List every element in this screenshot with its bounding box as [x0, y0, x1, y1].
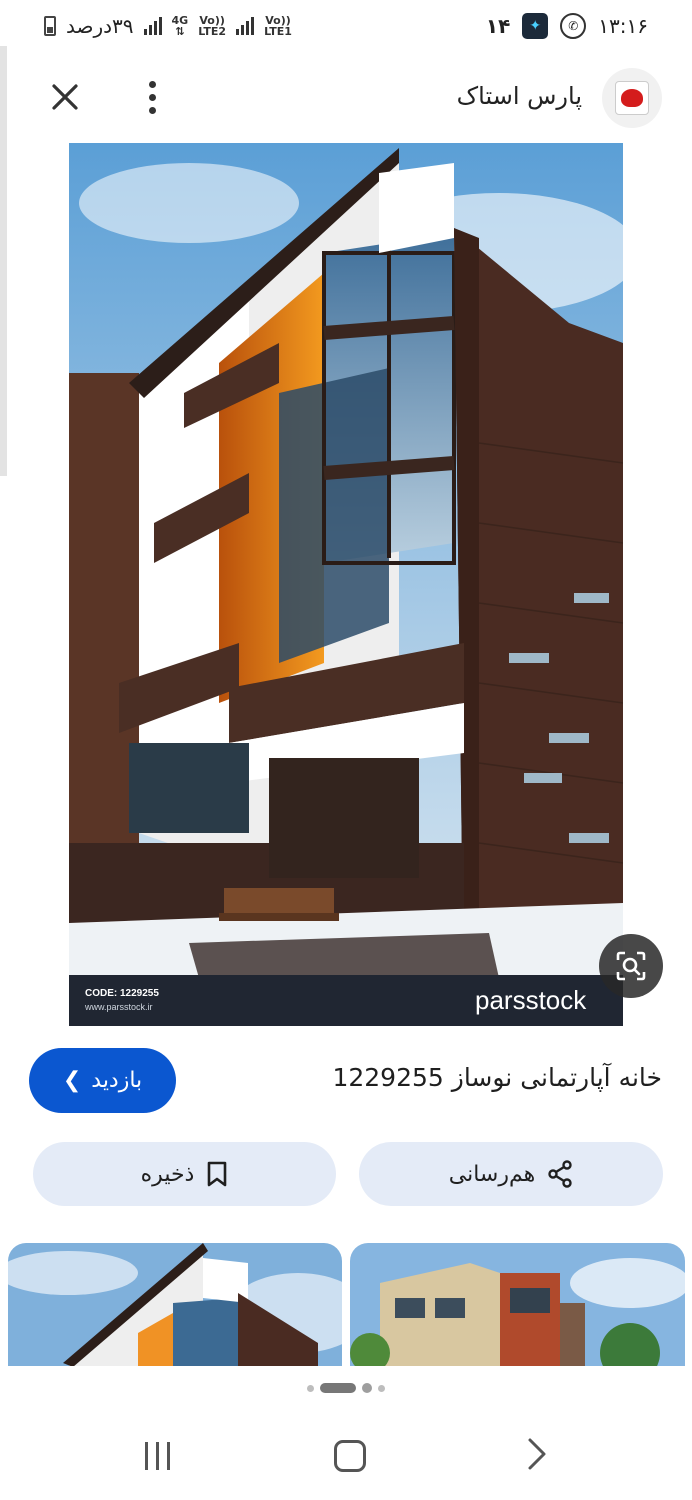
carousel-dot-active [320, 1383, 356, 1393]
main-image[interactable]: CODE: 1229255 www.parsstock.ir parsstock [69, 143, 623, 1026]
related-image-1[interactable] [8, 1243, 342, 1367]
lens-icon [616, 951, 646, 981]
save-button[interactable]: ذخیره [33, 1142, 336, 1206]
visit-label: بازدید [91, 1068, 143, 1093]
source-site-logo[interactable] [602, 68, 662, 128]
chevron-right-icon [528, 1438, 546, 1470]
close-button[interactable] [42, 74, 88, 120]
carousel-dot-1 [307, 1384, 314, 1392]
source-site-name[interactable]: پارس استاک [457, 82, 582, 110]
carousel-dot-3 [362, 1383, 372, 1393]
result-title[interactable]: خانه آپارتمانی نوساز 1229255 [332, 1063, 662, 1092]
status-right: ۱۴ ✦ ✆ ۱۳:۱۶ [486, 13, 648, 39]
whatsapp-icon: ✆ [560, 13, 587, 39]
viewer-header: پارس استاک [0, 60, 692, 134]
status-bar: ۳۹درصد 4G ⇅ Vo)) LTE2 Vo)) LTE1 ۱۴ ✦ ✆ ۱۳:۱… [0, 0, 692, 52]
close-icon [52, 84, 78, 110]
parsstock-logo-icon [615, 81, 649, 115]
system-navigation-bar [0, 1422, 692, 1492]
more-vert-icon [148, 80, 156, 88]
building-photo: CODE: 1229255 www.parsstock.ir parsstock [69, 143, 623, 1026]
bookmark-icon [208, 1161, 227, 1187]
more-options-button[interactable] [130, 74, 174, 120]
notification-count: ۱۴ [485, 14, 511, 38]
carousel-indicator [0, 1383, 692, 1393]
google-lens-button[interactable] [599, 934, 663, 998]
signal-icon-2 [236, 17, 255, 35]
network-lte2: Vo)) LTE2 [198, 14, 227, 38]
related-building-photo-1 [8, 1243, 342, 1367]
recents-button[interactable] [140, 1442, 174, 1472]
network-lte1: Vo)) LTE1 [264, 14, 292, 38]
battery-icon [44, 16, 56, 36]
home-button[interactable] [334, 1440, 366, 1472]
share-button[interactable]: هم‌رسانی [359, 1142, 663, 1206]
image-brand-text: parsstock [475, 985, 587, 1015]
battery-text: ۳۹درصد [66, 14, 134, 38]
related-building-photo-2 [350, 1243, 685, 1367]
status-left: ۳۹درصد 4G ⇅ Vo)) LTE2 Vo)) LTE1 [44, 14, 292, 38]
save-label: ذخیره [140, 1161, 195, 1187]
app-notification-icon: ✦ [522, 13, 549, 39]
share-label: هم‌رسانی [448, 1161, 536, 1187]
share-icon [548, 1160, 572, 1188]
visit-button[interactable]: بازدید ❯ [29, 1048, 176, 1113]
back-button[interactable] [526, 1436, 548, 1479]
chevron-right-icon: ❯ [62, 1068, 82, 1093]
image-code-text: CODE: 1229255 [85, 988, 159, 999]
clock: ۱۳:۱۶ [598, 14, 648, 38]
recents-icon [144, 1442, 148, 1470]
network-type-4g: 4G ⇅ [171, 14, 189, 38]
carousel-dot-4 [378, 1384, 385, 1392]
related-image-2[interactable] [350, 1243, 685, 1367]
image-url-text: www.parsstock.ir [84, 1002, 153, 1012]
signal-icon [143, 17, 162, 35]
